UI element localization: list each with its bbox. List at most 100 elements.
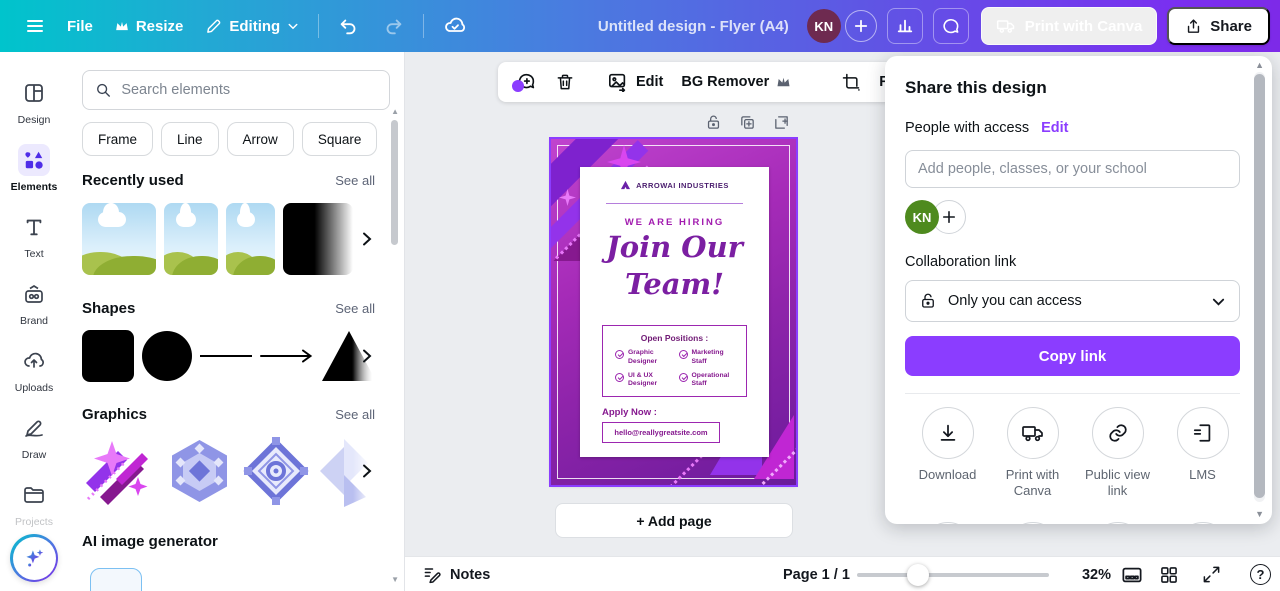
print-with-canva-button[interactable]: Print with Canva	[980, 7, 1158, 45]
section-title: Graphics	[82, 406, 148, 423]
lms-action[interactable]: LMS	[1160, 407, 1245, 500]
image-thumbnail[interactable]	[164, 203, 218, 275]
graphic-thumbnail-diamond[interactable]	[242, 435, 310, 507]
square-shape[interactable]	[82, 330, 134, 382]
sidebar-item-design[interactable]: Design	[0, 68, 68, 135]
delete-button[interactable]	[548, 66, 582, 98]
graphic-thumbnail-shards[interactable]	[82, 435, 157, 507]
undo-button[interactable]	[327, 7, 371, 45]
panel-scrollbar-thumb[interactable]	[391, 120, 398, 245]
sidebar-item-projects[interactable]: Projects	[0, 470, 68, 537]
notes-button[interactable]: Notes	[423, 557, 490, 591]
image-thumbnail[interactable]	[82, 203, 156, 275]
chip-frame[interactable]: Frame	[82, 122, 154, 156]
sidebar-rail: Design Elements Text Brand Uploads Draw …	[0, 52, 68, 591]
grid-view-button[interactable]	[1159, 557, 1179, 591]
add-member-button[interactable]	[844, 10, 877, 42]
add-page-icon-button[interactable]	[773, 114, 790, 131]
search-box[interactable]	[82, 70, 390, 110]
public-view-link-action[interactable]: Public view link	[1075, 407, 1160, 500]
file-menu-button[interactable]: File	[56, 10, 104, 43]
see-all-link[interactable]: See all	[335, 301, 375, 316]
sidebar-item-brand[interactable]: Brand	[0, 269, 68, 336]
zoom-slider-thumb[interactable]	[907, 564, 929, 586]
microsoft-teams-action[interactable]	[1075, 521, 1160, 524]
context-toolbar: Edit BG Remover Flip	[498, 62, 918, 102]
resize-menu-button[interactable]: Resize	[104, 10, 195, 43]
company-name: ARROWAI INDUSTRIES	[636, 180, 729, 190]
elements-icon	[18, 144, 50, 176]
zoom-slider[interactable]	[857, 557, 1049, 591]
trash-icon	[557, 74, 573, 90]
lock-page-button[interactable]	[705, 114, 722, 131]
copy-link-button[interactable]: Copy link	[905, 336, 1240, 376]
editing-mode-button[interactable]: Editing	[194, 10, 310, 43]
chip-square[interactable]: Square	[301, 122, 378, 156]
add-page-button[interactable]: + Add page	[555, 503, 793, 538]
zoom-level[interactable]: 32%	[1065, 557, 1111, 591]
chip-line[interactable]: Line	[161, 122, 219, 156]
see-all-link[interactable]: See all	[335, 407, 375, 422]
crop-button[interactable]	[834, 66, 868, 98]
bar-chart-icon	[897, 19, 912, 33]
lock-icon	[707, 115, 720, 129]
expand-icon	[1203, 566, 1220, 583]
magic-studio-button[interactable]	[10, 534, 58, 582]
scroll-down-arrow[interactable]: ▼	[391, 576, 399, 584]
row-next-button[interactable]	[359, 463, 375, 479]
fullscreen-button[interactable]	[1202, 557, 1221, 591]
row-next-button[interactable]	[359, 348, 375, 364]
download-action[interactable]: Download	[905, 407, 990, 500]
sidebar-item-text[interactable]: Text	[0, 202, 68, 269]
image-thumbnail[interactable]	[283, 203, 353, 275]
share-scrollbar-thumb[interactable]	[1254, 74, 1265, 498]
user-avatar[interactable]: KN	[806, 9, 841, 43]
google-classroom-action[interactable]	[990, 521, 1075, 524]
sidebar-item-uploads[interactable]: Uploads	[0, 336, 68, 403]
edit-access-link[interactable]: Edit	[1041, 120, 1068, 136]
line-shape[interactable]	[200, 355, 252, 357]
zoom-slider-track[interactable]	[857, 573, 1049, 577]
template-link-action[interactable]	[905, 521, 990, 524]
sidebar-item-elements[interactable]: Elements	[0, 135, 68, 202]
add-people-input[interactable]	[905, 150, 1240, 188]
scroll-up-arrow[interactable]: ▲	[391, 108, 399, 116]
duplicate-page-button[interactable]	[739, 114, 756, 131]
position-item: UI & UX Designer	[615, 372, 675, 390]
see-all-link[interactable]: See all	[335, 173, 375, 188]
sidebar-item-draw[interactable]: Draw	[0, 403, 68, 470]
more-options-action[interactable]	[1160, 521, 1245, 524]
comment-add-button[interactable]	[508, 65, 544, 99]
arrow-shape[interactable]	[260, 349, 314, 363]
collaborator-avatar[interactable]: KN	[905, 200, 939, 234]
open-positions-title: Open Positions :	[640, 333, 709, 343]
share-scroll-down-arrow[interactable]: ▼	[1255, 510, 1264, 519]
bg-remover-button[interactable]: BG Remover	[674, 68, 798, 96]
presentation-view-button[interactable]	[1121, 557, 1143, 591]
redo-button[interactable]	[371, 7, 415, 45]
cloud-save-status[interactable]	[432, 6, 478, 46]
comments-button[interactable]	[932, 8, 969, 44]
ai-generator-card[interactable]	[90, 568, 142, 591]
crown-icon	[777, 77, 790, 87]
search-input[interactable]	[121, 82, 377, 98]
flyer-page[interactable]: ARROWAI INDUSTRIES WE ARE HIRING Join Ou…	[551, 139, 796, 485]
help-button[interactable]: ?	[1250, 557, 1271, 591]
share-scroll-up-arrow[interactable]: ▲	[1255, 61, 1264, 70]
insights-button[interactable]	[886, 8, 923, 44]
topbar-divider	[423, 14, 425, 38]
image-thumbnail[interactable]	[226, 203, 275, 275]
design-title[interactable]: Untitled design - Flyer (A4)	[598, 18, 789, 35]
print-with-canva-action[interactable]: Print with Canva	[990, 407, 1075, 500]
circle-shape[interactable]	[142, 331, 192, 381]
elements-panel: Frame Line Arrow Square Circle Recently …	[68, 52, 405, 591]
chip-arrow[interactable]: Arrow	[226, 122, 294, 156]
graphic-thumbnail-cube[interactable]	[165, 435, 234, 507]
download-icon	[940, 424, 955, 441]
row-next-button[interactable]	[359, 231, 375, 247]
main-menu-button[interactable]	[14, 8, 56, 44]
edit-image-button[interactable]: Edit	[600, 66, 670, 98]
link-access-dropdown[interactable]: Only you can access	[905, 280, 1240, 322]
search-icon	[97, 83, 110, 97]
share-button[interactable]: Share	[1167, 7, 1270, 45]
